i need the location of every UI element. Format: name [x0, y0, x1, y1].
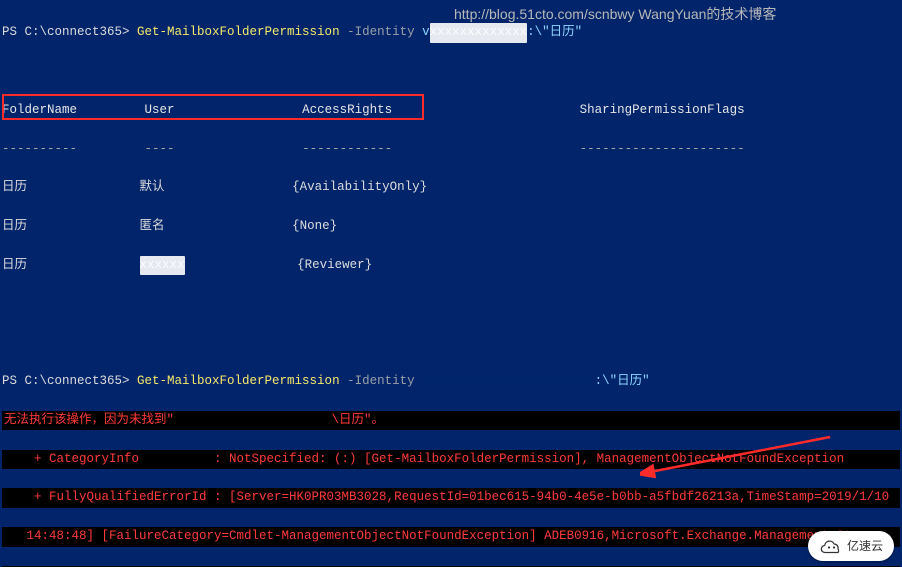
blank-line	[2, 62, 900, 81]
table-sep: ---------- ---- ------------ -----------…	[2, 140, 900, 159]
error-line: 无法执行该操作，因为未找到" \日历"。	[2, 411, 900, 430]
ps-prompt: PS C:\connect365>	[2, 25, 137, 39]
yisuyun-logo-badge: 亿速云	[808, 531, 894, 561]
error-line: 14:48:48] [FailureCategory=Cmdlet-Manage…	[2, 527, 900, 546]
error-line: + CategoryInfo : NotSpecified: (:) [Get-…	[2, 450, 900, 469]
logo-text: 亿速云	[847, 537, 883, 556]
cloud-icon	[819, 538, 843, 554]
table-row: 日历 默认 {AvailabilityOnly}	[2, 178, 900, 197]
blank-line	[2, 333, 900, 352]
table-header: FolderName User AccessRights SharingPerm…	[2, 101, 900, 120]
arg-value: vxxxxxxxxxxxxx:\"日历"	[422, 25, 582, 39]
param-identity: -Identity	[347, 25, 415, 39]
command-line: PS C:\connect365> Get-MailboxFolderPermi…	[2, 23, 900, 42]
table-row: 日历 匿名 {None}	[2, 217, 900, 236]
blank-line	[2, 295, 900, 314]
cmdlet-name: Get-MailboxFolderPermission	[137, 25, 340, 39]
error-line: + FullyQualifiedErrorId : [Server=HK0PR0…	[2, 488, 900, 507]
command-line: PS C:\connect365> Get-MailboxFolderPermi…	[2, 372, 900, 391]
table-row: 日历 xxxxxx {Reviewer}	[2, 256, 900, 275]
powershell-console[interactable]: PS C:\connect365> Get-MailboxFolderPermi…	[0, 0, 902, 567]
